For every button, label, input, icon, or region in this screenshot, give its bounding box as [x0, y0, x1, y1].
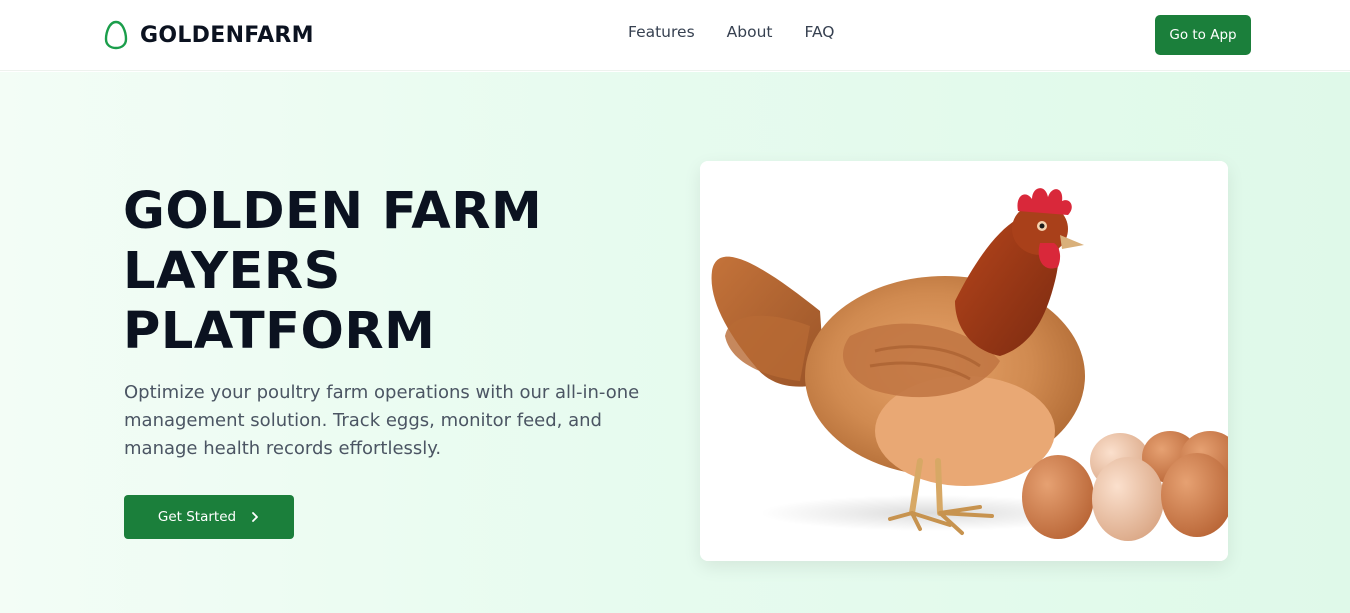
chevron-right-icon [252, 512, 259, 522]
hero-image-card [700, 161, 1228, 561]
get-started-button[interactable]: Get Started [124, 495, 294, 539]
brand-logo[interactable]: GOLDENFARM [104, 19, 314, 51]
nav-link-faq[interactable]: FAQ [804, 23, 834, 41]
brand-name: GOLDENFARM [140, 22, 314, 48]
top-navbar: GOLDENFARM Features About FAQ Go to App [0, 0, 1350, 71]
egg-icon [104, 20, 128, 50]
hero-title-line: PLATFORM [123, 302, 436, 361]
main-nav: Features About FAQ [628, 23, 835, 41]
nav-link-about[interactable]: About [727, 23, 773, 41]
hero-section: GOLDEN FARM LAYERS PLATFORM Optimize you… [0, 72, 1350, 613]
go-to-app-button[interactable]: Go to App [1155, 15, 1251, 55]
hero-title: GOLDEN FARM LAYERS PLATFORM [123, 182, 643, 362]
get-started-label: Get Started [157, 509, 237, 525]
hero-title-line: GOLDEN FARM [123, 182, 543, 241]
hero-title-line: LAYERS [123, 242, 341, 301]
hen-with-eggs-illustration [700, 161, 1228, 561]
nav-link-features[interactable]: Features [628, 23, 695, 41]
hero-subtitle: Optimize your poultry farm operations wi… [124, 382, 640, 459]
